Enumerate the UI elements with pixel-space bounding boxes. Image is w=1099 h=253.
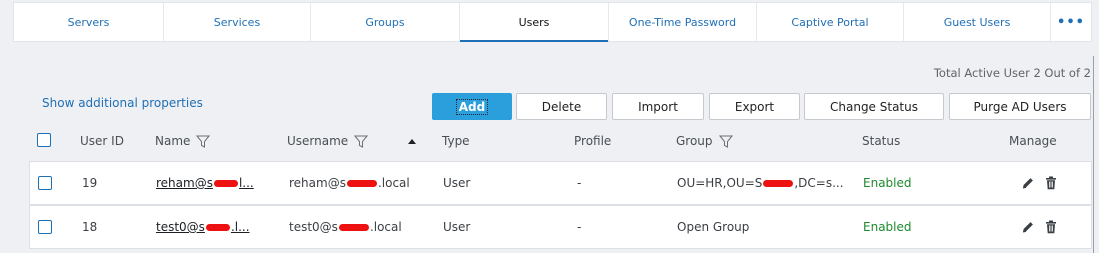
show-additional-properties-link[interactable]: Show additional properties [42, 96, 203, 110]
column-type[interactable]: Type [442, 134, 470, 148]
name-part: test0@s [156, 220, 205, 234]
manage-actions [1021, 162, 1057, 204]
user-type: User [443, 220, 471, 234]
user-group: Open Group [677, 206, 749, 248]
name-part: l... [238, 176, 254, 190]
status-badge: Enabled [863, 176, 912, 190]
column-manage: Manage [1009, 134, 1057, 148]
delete-icon[interactable] [1045, 220, 1057, 234]
delete-button[interactable]: Delete [516, 93, 607, 120]
table-row[interactable]: 18 test0@s .l... test0@s .local User - Ope… [29, 205, 1092, 249]
redaction-mark [338, 223, 369, 231]
tab-services[interactable]: Services [164, 3, 311, 41]
column-label: Profile [574, 134, 612, 148]
tab-servers[interactable]: Servers [14, 3, 164, 41]
column-label: Status [862, 134, 901, 148]
column-username[interactable]: Username [287, 134, 417, 148]
active-user-summary: Total Active User 2 Out of 2 [933, 66, 1091, 80]
username-part: .local [369, 220, 402, 234]
more-tabs-button[interactable]: ••• [1051, 3, 1091, 41]
add-button-label: Add [455, 98, 489, 115]
user-profile: - [577, 220, 582, 234]
column-label: Username [287, 134, 349, 148]
checkbox-box [38, 176, 52, 190]
purge-ad-users-button[interactable]: Purge AD Users [949, 93, 1091, 120]
user-profile: - [577, 176, 582, 190]
column-status[interactable]: Status [862, 134, 900, 148]
tab-users[interactable]: Users [460, 3, 609, 42]
row-checkbox[interactable] [38, 206, 52, 248]
redaction-mark [205, 223, 230, 231]
tab-guest-users[interactable]: Guest Users [904, 3, 1051, 41]
edit-icon[interactable] [1021, 176, 1035, 190]
group-part: Open Group [677, 220, 750, 234]
column-label: User ID [80, 134, 124, 148]
column-name[interactable]: Name [155, 134, 211, 148]
user-name-link[interactable]: reham@s l... [156, 162, 254, 204]
username: test0@s .local [289, 206, 402, 248]
tab-one-time-password[interactable]: One-Time Password [609, 3, 757, 41]
column-label: Type [442, 134, 470, 148]
user-type: User [443, 176, 471, 190]
checkbox-box [38, 220, 52, 234]
row-checkbox[interactable] [38, 162, 52, 204]
change-status-button[interactable]: Change Status [804, 93, 944, 120]
scrollbar-edge [1093, 56, 1094, 253]
redaction-mark [213, 179, 238, 187]
table-header: User ID Name Username Type Profile Group… [0, 128, 1093, 154]
group-part: OU=HR,OU=S [677, 176, 763, 190]
export-button[interactable]: Export [709, 93, 800, 120]
tab-groups[interactable]: Groups [311, 3, 460, 41]
name-part: .l... [230, 220, 250, 234]
filter-icon[interactable] [718, 135, 733, 148]
table-row[interactable]: 19 reham@s l... reham@s .local User - OU=H… [29, 161, 1092, 205]
user-id: 18 [82, 220, 98, 234]
column-label: Group [676, 134, 713, 148]
group-part: ,DC=s... [794, 176, 844, 190]
manage-actions [1021, 206, 1057, 248]
column-label: Manage [1009, 134, 1057, 148]
filter-icon[interactable] [196, 135, 211, 148]
column-group[interactable]: Group [676, 134, 733, 148]
column-label: Name [155, 134, 191, 148]
username-part: test0@s [289, 220, 338, 234]
redaction-mark [346, 179, 377, 187]
filter-icon[interactable] [354, 135, 369, 148]
tab-bar: Servers Services Groups Users One-Time P… [13, 2, 1092, 42]
status-badge: Enabled [863, 220, 912, 234]
redaction-mark [763, 179, 794, 187]
import-button[interactable]: Import [612, 93, 704, 120]
select-all-checkbox[interactable] [37, 133, 51, 147]
sort-ascending-icon[interactable] [408, 138, 417, 144]
delete-icon[interactable] [1045, 176, 1057, 190]
user-name-link[interactable]: test0@s .l... [156, 206, 250, 248]
add-button[interactable]: Add [432, 93, 512, 120]
name-part: reham@s [156, 176, 213, 190]
checkbox-box [37, 133, 51, 147]
username-part: .local [377, 176, 410, 190]
username-part: reham@s [289, 176, 346, 190]
user-id: 19 [82, 176, 98, 190]
column-profile[interactable]: Profile [574, 134, 611, 148]
tab-captive-portal[interactable]: Captive Portal [757, 3, 904, 41]
column-user-id[interactable]: User ID [80, 134, 124, 148]
edit-icon[interactable] [1021, 220, 1035, 234]
username: reham@s .local [289, 162, 410, 204]
user-group: OU=HR,OU=S ,DC=s... [677, 162, 844, 204]
